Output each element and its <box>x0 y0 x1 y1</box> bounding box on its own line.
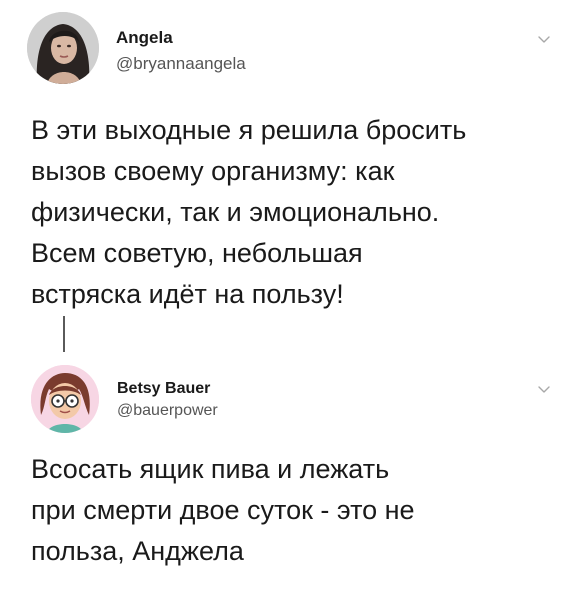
tweet-text-line: Всосать ящик пива и лежать <box>31 454 390 484</box>
author-handle[interactable]: @bauerpower <box>117 402 218 420</box>
tweet-text-line: встряска идёт на пользу! <box>31 279 344 309</box>
tweet-text: Всосать ящик пива и лежать при смерти дв… <box>31 449 415 572</box>
avatar-photo <box>27 12 99 84</box>
author-name[interactable]: Angela <box>116 28 173 48</box>
tweet-text-line: В эти выходные я решила бросить <box>31 115 467 145</box>
tweet-text-line: польза, Анджела <box>31 536 244 566</box>
thread-connector <box>63 316 65 352</box>
avatar-illustration <box>31 365 99 433</box>
avatar[interactable] <box>31 365 99 433</box>
tweet-text-line: вызов своему организму: как <box>31 156 395 186</box>
tweet-text-line: физически, так и эмоционально. <box>31 197 440 227</box>
avatar[interactable] <box>27 12 99 84</box>
chevron-down-icon[interactable] <box>535 30 553 48</box>
chevron-down-icon[interactable] <box>535 380 553 398</box>
author-handle[interactable]: @bryannaangela <box>116 54 246 74</box>
tweet-text-line: Всем советую, небольшая <box>31 238 363 268</box>
tweet-text: В эти выходные я решила бросить вызов св… <box>31 110 466 315</box>
author-name[interactable]: Betsy Bauer <box>117 380 210 398</box>
tweet-text-line: при смерти двое суток - это не <box>31 495 415 525</box>
